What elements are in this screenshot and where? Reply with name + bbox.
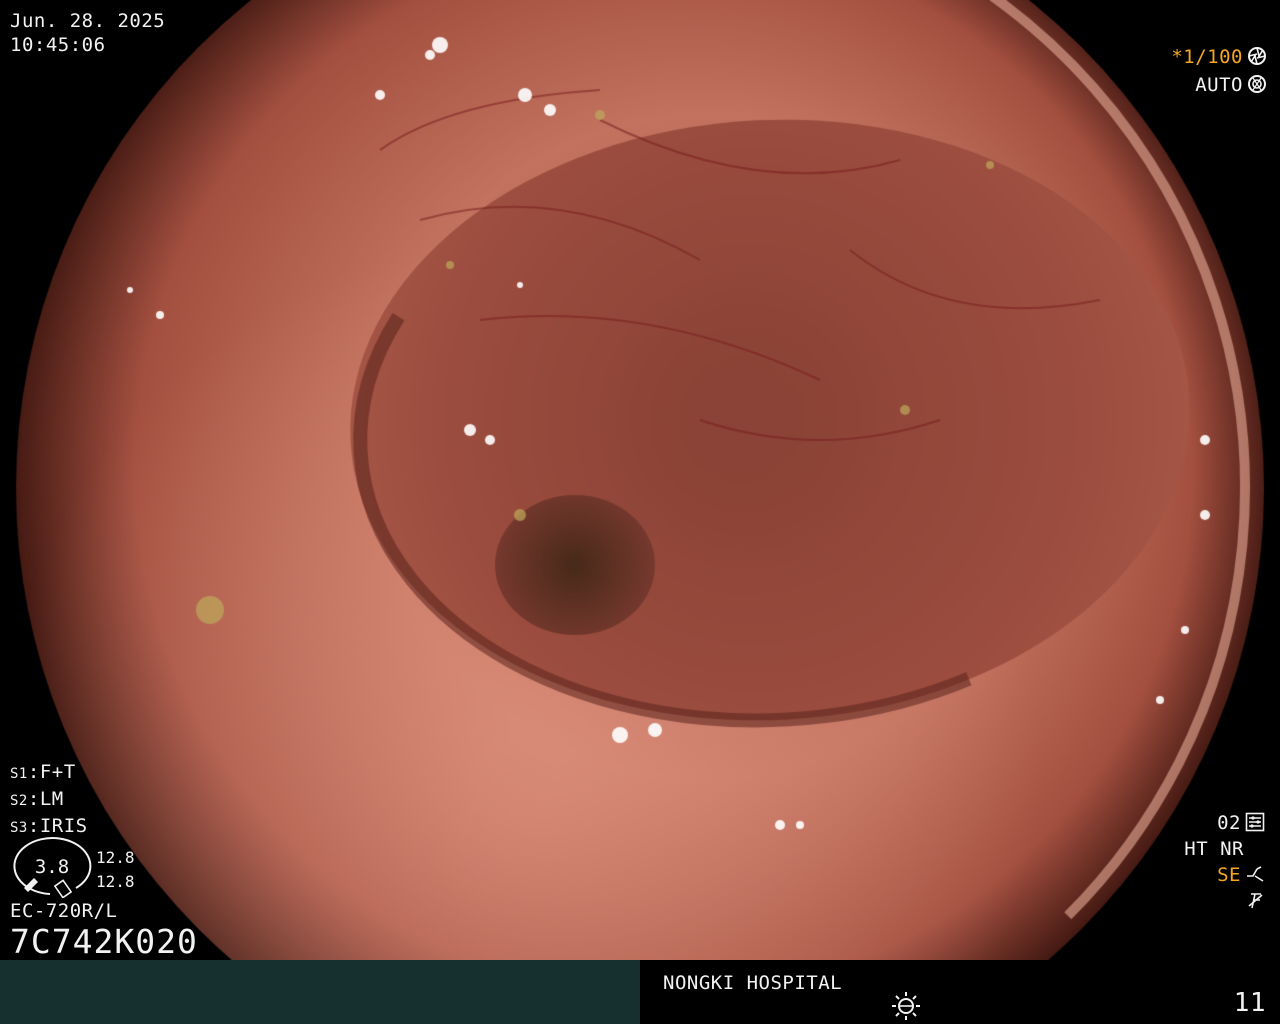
setting-key: S2 xyxy=(10,793,28,809)
status-bar xyxy=(0,960,1280,1024)
endoscope-image xyxy=(0,0,1280,960)
setting-value: F+T xyxy=(39,761,76,783)
colon-lumen-image xyxy=(0,0,1280,960)
hospital-name: NONGKI HOSPITAL xyxy=(663,972,843,994)
gauge-up-value: 12.8 xyxy=(96,848,135,867)
se-mode: SE xyxy=(1217,864,1241,886)
setting-s1: S1:F+T xyxy=(10,761,76,783)
scope-serial: 7C742K020 xyxy=(10,922,198,961)
exposure-mode: AUTO xyxy=(1195,74,1243,96)
exposure-display: *1/100 AUTO xyxy=(1171,43,1268,99)
setting-key: S3 xyxy=(10,820,28,836)
datetime-display: Jun. 28. 2025 10:45:06 xyxy=(10,9,165,57)
gauge-value: 3.8 xyxy=(34,856,70,878)
setting-key: S1 xyxy=(10,766,28,782)
setting-value: IRIS xyxy=(39,815,88,837)
processing-panel: 02 HT NR SE xyxy=(1184,810,1266,914)
setting-s2: S2:LM xyxy=(10,788,64,810)
scope-settings-list: S1:F+T S2:LM S3:IRIS xyxy=(10,760,88,841)
bending-gauge: 3.8 12.8 12.8 xyxy=(10,836,140,898)
patient-info-panel xyxy=(0,960,640,1024)
shutter-speed: *1/100 xyxy=(1171,46,1243,68)
sharpness-icon xyxy=(1247,866,1264,882)
gauge-down-value: 12.8 xyxy=(96,872,135,891)
processing-modes: HT NR xyxy=(1184,838,1244,860)
freeze-off-icon xyxy=(1248,893,1263,909)
scope-model: EC-720R/L xyxy=(10,900,118,922)
structure-enhancement: 02 xyxy=(1217,812,1241,834)
enhancement-icon xyxy=(1245,812,1265,832)
light-source-icon xyxy=(892,992,920,1020)
aperture-icon xyxy=(1248,47,1266,65)
time-text: 10:45:06 xyxy=(10,34,106,56)
image-counter: 11 xyxy=(1233,988,1266,1018)
setting-value: LM xyxy=(39,788,64,810)
date-text: Jun. 28. 2025 xyxy=(10,10,166,32)
iris-icon xyxy=(1248,75,1266,93)
